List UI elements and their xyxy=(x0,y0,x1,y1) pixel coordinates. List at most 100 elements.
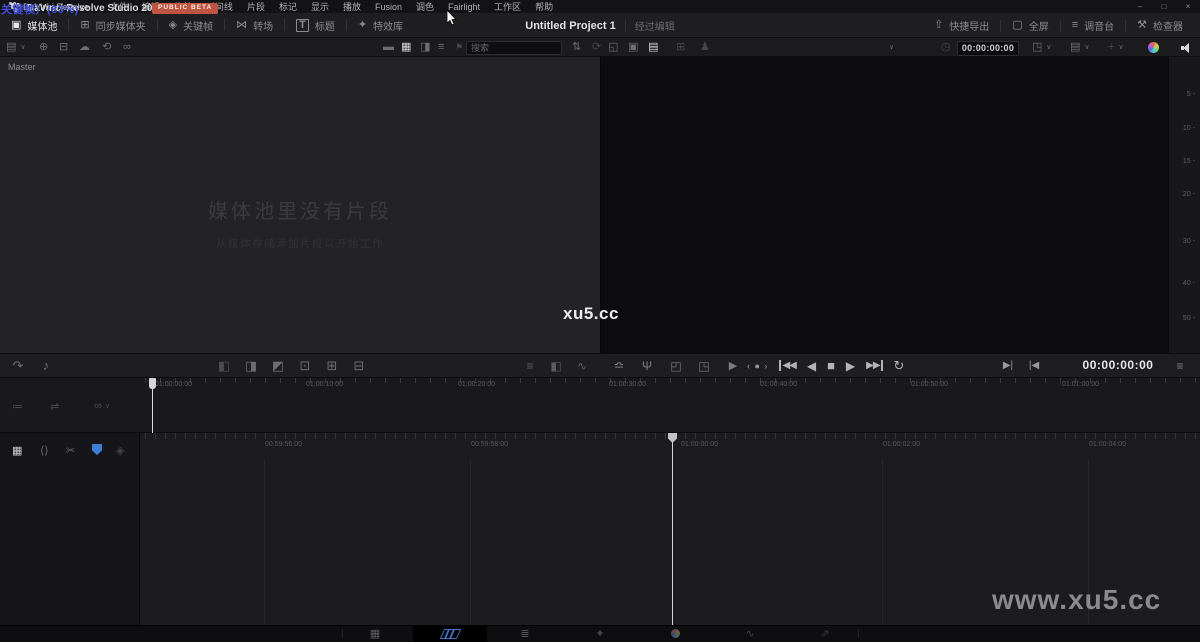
close-up-button[interactable]: ⊡ xyxy=(295,353,315,378)
live-preview-button[interactable]: ▶ xyxy=(723,353,743,378)
loop-button[interactable]: ↻ xyxy=(894,358,905,374)
play-button[interactable]: ▶ xyxy=(846,359,855,373)
tag-filter-button[interactable]: ⚑ xyxy=(455,38,463,57)
bin-name[interactable]: Master xyxy=(8,62,36,72)
timeline-tracks-button[interactable]: ≔ xyxy=(12,396,23,416)
pip-view-icon: ◱ xyxy=(608,42,618,53)
transform-dropdown[interactable]: + ∨ xyxy=(1108,38,1124,57)
upper-playhead-handle[interactable] xyxy=(149,378,156,389)
export-icon: ⇧ xyxy=(934,20,943,31)
link-toggle-button[interactable]: ∞ ∨ xyxy=(94,396,110,416)
film-view-button[interactable]: ◨ xyxy=(420,38,430,57)
grid-view-button[interactable]: ▦ xyxy=(401,38,411,57)
skip-forward-button[interactable]: ▶▶ xyxy=(866,360,882,371)
import-folder-button[interactable]: ⊟ xyxy=(59,38,68,57)
stop-button[interactable]: ■ xyxy=(827,358,835,373)
quick-export-button[interactable]: ⇧ 快捷导出 xyxy=(923,13,1000,38)
trim-mode-button[interactable]: ⇌ xyxy=(50,396,59,416)
tab-fairlight[interactable]: ∿ xyxy=(730,625,770,642)
tools-button[interactable]: ≏ xyxy=(609,353,629,378)
list-view-button[interactable]: ≡ xyxy=(438,38,444,57)
panel-label: 同步媒体夹 xyxy=(96,18,146,33)
panel-transitions[interactable]: ⋈ 转场 xyxy=(225,13,284,37)
ripple-overwrite-button[interactable]: ◩ xyxy=(268,353,288,378)
import-media-button[interactable]: ⊕ xyxy=(39,38,48,57)
append-clip-button[interactable]: ◨ xyxy=(241,353,261,378)
color-settings-button[interactable] xyxy=(1148,38,1159,57)
timeline-view-button[interactable]: ≡ xyxy=(520,353,540,378)
clock-icon: ◷ xyxy=(941,38,951,57)
keyframe-tool-button[interactable]: ◈ xyxy=(116,441,124,459)
sort-button[interactable]: ⇅ xyxy=(572,38,581,57)
place-on-top-button[interactable]: ⊞ xyxy=(322,353,342,378)
tab-media[interactable]: ▦ xyxy=(355,625,395,642)
viewer-options-chevron[interactable]: ∨ xyxy=(889,38,894,57)
menu-view[interactable]: 显示 xyxy=(304,0,336,13)
play-reverse-button[interactable]: ◀ xyxy=(807,359,816,373)
maximize-button[interactable]: □ xyxy=(1152,2,1176,11)
person-reframe-button[interactable]: ♟ xyxy=(700,38,710,57)
menu-help[interactable]: 帮助 xyxy=(528,0,560,13)
audio-view-button[interactable]: ∿ xyxy=(572,353,592,378)
resync-button[interactable]: ⟲ xyxy=(102,38,111,57)
menu-fusion[interactable]: Fusion xyxy=(368,2,409,12)
smart-insert-button[interactable]: ◧ xyxy=(214,353,234,378)
viewer-pip-button[interactable]: ◱ xyxy=(608,38,618,57)
gridline xyxy=(470,459,471,625)
insert-audio-button[interactable]: ♪ xyxy=(36,353,56,378)
meter-label: 40 xyxy=(1183,280,1195,287)
clip-filmstrip-button[interactable]: ▦ xyxy=(12,441,22,459)
panel-titles[interactable]: T 标题 xyxy=(285,13,346,37)
tab-cut[interactable] xyxy=(413,625,487,642)
prev-edit-button[interactable]: |◀ xyxy=(1024,353,1044,378)
camera-overlay-button[interactable]: ◰ xyxy=(666,353,686,378)
lower-playhead[interactable] xyxy=(672,433,673,625)
fullscreen-button[interactable]: ▢ 全屏 xyxy=(1001,13,1059,38)
cloud-button[interactable]: ☁ xyxy=(79,38,90,57)
viewer-camera-button[interactable]: ▣ xyxy=(628,38,638,57)
menu-playback[interactable]: 播放 xyxy=(336,0,368,13)
next-edit-button[interactable]: ▶| xyxy=(998,353,1018,378)
refresh-button[interactable]: ⟳ xyxy=(592,38,601,57)
inspector-button[interactable]: ⚒ 检查器 xyxy=(1126,13,1194,38)
viewer-panel[interactable] xyxy=(600,57,1168,353)
close-button[interactable]: × xyxy=(1176,2,1200,11)
tab-deliver[interactable]: ⇗ xyxy=(805,625,845,642)
multicam-button[interactable]: ⊞ xyxy=(676,38,685,57)
insert-video-button[interactable]: ↷ xyxy=(8,353,28,378)
bin-view-dropdown[interactable]: ▤ ∨ xyxy=(6,38,26,57)
mixer-button[interactable]: ≡ 调音台 xyxy=(1061,13,1125,38)
meter-label: 50 xyxy=(1183,315,1195,322)
tab-edit[interactable]: ≣ xyxy=(505,625,545,642)
panel-keyframe[interactable]: ◈ 关键帧 xyxy=(158,13,224,37)
relink-icon: ∞ xyxy=(123,42,131,53)
minimize-button[interactable]: – xyxy=(1128,2,1152,11)
search-input[interactable] xyxy=(466,41,562,55)
viewer-film-button[interactable]: ▤ xyxy=(648,38,658,57)
source-timecode[interactable]: 00:00:00:00 xyxy=(957,41,1019,56)
voiceover-button[interactable]: Ψ xyxy=(637,353,657,378)
trim-edit-button[interactable]: ⟨⟩ xyxy=(40,441,49,459)
relink-button[interactable]: ∞ xyxy=(123,38,131,57)
timeline-options-menu[interactable]: ≡ xyxy=(1170,353,1190,378)
button-label: 检查器 xyxy=(1153,18,1183,33)
source-overwrite-button[interactable]: ⊟ xyxy=(349,353,369,378)
monitor-dropdown[interactable]: ◳ ∨ xyxy=(1032,38,1052,57)
menu-mark[interactable]: 标记 xyxy=(272,0,304,13)
tab-fusion[interactable]: ✦ xyxy=(580,625,620,642)
tab-color[interactable] xyxy=(655,625,695,642)
menu-clip[interactable]: 片段 xyxy=(240,0,272,13)
skip-back-button[interactable]: ◀◀ xyxy=(779,360,795,371)
menu-workspace[interactable]: 工作区 xyxy=(487,0,528,13)
jog-control[interactable]: ‹ ● › xyxy=(747,361,768,371)
monitor-overlay-button[interactable]: ◳ xyxy=(694,353,714,378)
strip-view-button[interactable]: ▬ xyxy=(383,38,394,57)
menu-color[interactable]: 调色 xyxy=(409,0,441,13)
transform-icon: + xyxy=(1108,42,1114,53)
panel-effects[interactable]: ✦ 特效库 xyxy=(347,13,414,37)
audio-monitor-button[interactable] xyxy=(1181,38,1193,57)
refresh-icon: ⟳ xyxy=(592,42,601,53)
razor-button[interactable]: ✂ xyxy=(66,441,75,459)
dual-view-button[interactable]: ◧ xyxy=(546,353,566,378)
media-card-dropdown[interactable]: ▤ ∨ xyxy=(1070,38,1090,57)
